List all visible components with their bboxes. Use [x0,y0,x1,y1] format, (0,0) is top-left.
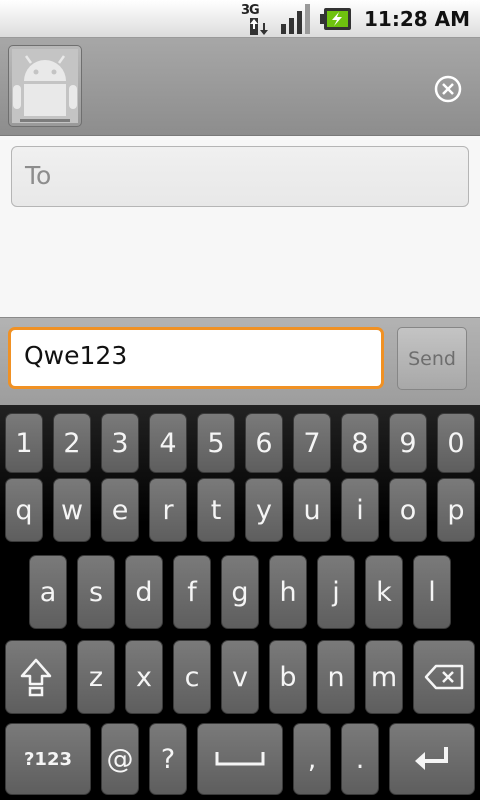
key-0[interactable]: 0 [437,413,475,473]
send-button[interactable]: Send [397,327,467,390]
key-l[interactable]: l [413,555,451,629]
key-question[interactable]: ? [149,723,187,795]
close-icon[interactable] [433,74,463,104]
key-f[interactable]: f [173,555,211,629]
backspace-icon [424,664,464,690]
enter-icon [415,747,448,770]
shift-key[interactable] [5,640,67,714]
key-w[interactable]: w [53,478,91,542]
key-i[interactable]: i [341,478,379,542]
status-icons: 3G 11:28 AM [240,3,470,35]
key-4[interactable]: 4 [149,413,187,473]
message-bar: Qwe123 Send [0,317,480,405]
contact-avatar[interactable] [8,45,82,127]
spacebar-icon [215,752,265,766]
key-a[interactable]: a [29,555,67,629]
key-v[interactable]: v [221,640,259,714]
key-8[interactable]: 8 [341,413,379,473]
key-p[interactable]: p [437,478,475,542]
status-bar: 3G 11:28 AM [0,0,480,38]
shift-icon [20,658,52,697]
key-t[interactable]: t [197,478,235,542]
key-n[interactable]: n [317,640,355,714]
key-z[interactable]: z [77,640,115,714]
key-k[interactable]: k [365,555,403,629]
key-u[interactable]: u [293,478,331,542]
key-6[interactable]: 6 [245,413,283,473]
key-3[interactable]: 3 [101,413,139,473]
conversation-header [0,38,480,136]
compose-area: To [0,136,480,317]
key-o[interactable]: o [389,478,427,542]
key-7[interactable]: 7 [293,413,331,473]
key-s[interactable]: s [77,555,115,629]
battery-charging-icon [319,8,351,30]
key-g[interactable]: g [221,555,259,629]
key-1[interactable]: 1 [5,413,43,473]
android-robot-icon [12,49,78,123]
key-h[interactable]: h [269,555,307,629]
key-9[interactable]: 9 [389,413,427,473]
soft-keyboard: 1 2 3 4 5 6 7 8 9 0 q w e r t y u i o p … [0,405,480,800]
key-d[interactable]: d [125,555,163,629]
message-input[interactable]: Qwe123 [8,327,384,389]
key-b[interactable]: b [269,640,307,714]
key-2[interactable]: 2 [53,413,91,473]
backspace-key[interactable] [413,640,475,714]
spacebar-key[interactable] [197,723,283,795]
key-period[interactable]: . [341,723,379,795]
key-y[interactable]: y [245,478,283,542]
key-5[interactable]: 5 [197,413,235,473]
key-at[interactable]: @ [101,723,139,795]
key-x[interactable]: x [125,640,163,714]
symbols-key[interactable]: ?123 [5,723,91,795]
key-c[interactable]: c [173,640,211,714]
signal-icon [280,4,310,34]
clock-time: 11:28 AM [363,7,470,31]
key-e[interactable]: e [101,478,139,542]
key-comma[interactable]: , [293,723,331,795]
key-j[interactable]: j [317,555,355,629]
key-r[interactable]: r [149,478,187,542]
key-m[interactable]: m [365,640,403,714]
recipient-to-field[interactable]: To [11,146,469,207]
key-q[interactable]: q [5,478,43,542]
enter-key[interactable] [389,723,475,795]
3g-data-icon: 3G [240,3,272,35]
